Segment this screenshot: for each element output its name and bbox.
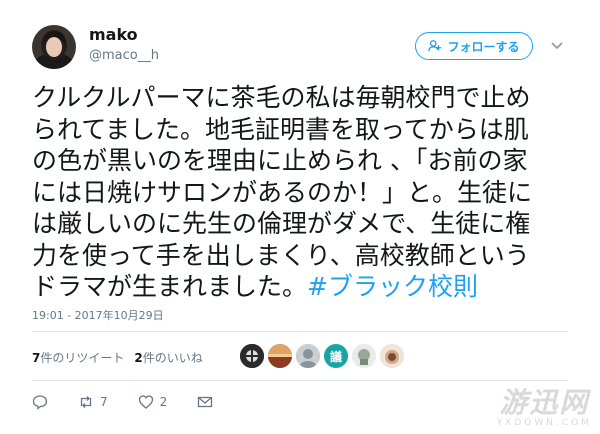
engagement-stats: 7件のリツイート 2件のいいね — [32, 349, 203, 366]
watermark: 游迅网 YXDOWN.COM — [496, 386, 592, 429]
liker-glyph: 議 — [329, 349, 342, 364]
liker-avatar-4[interactable]: 議 — [324, 344, 348, 368]
tweet-line: 力を使って手を出しまくり、高校教師という — [32, 240, 530, 270]
retweet-icon — [80, 396, 92, 408]
tweet-line: られてました。地毛証明書を取ってからは肌 — [32, 114, 529, 144]
follow-button-label: フォローする — [447, 39, 520, 54]
heart-icon — [138, 395, 153, 409]
tweet-text: クルクルパーマに茶毛の私は毎朝校門で止め られてました。地毛証明書を取ってからは… — [32, 82, 592, 303]
mail-icon — [198, 396, 213, 408]
divider — [32, 331, 568, 332]
liker-avatar-2[interactable] — [268, 344, 292, 368]
like-stat[interactable]: 2件のいいね — [134, 349, 202, 366]
tweet-line-last: ドラマが生まれました。#ブラック校則 — [32, 271, 592, 303]
tweet-line: には日焼けサロンがあるのか！」と。生徒に — [32, 177, 533, 207]
tweet-timestamp[interactable]: 19:01 - 2017年10月29日 — [32, 307, 164, 323]
profile-photo — [32, 25, 76, 69]
reply-button[interactable] — [32, 394, 48, 410]
retweet-count: 7 — [100, 395, 108, 409]
liker-image — [380, 344, 404, 368]
liker-image — [268, 344, 292, 368]
add-user-icon — [428, 40, 442, 52]
direct-message-button[interactable] — [197, 394, 213, 410]
tweet-line: ドラマが生まれました。 — [32, 272, 308, 301]
liker-avatar-6[interactable] — [380, 344, 404, 368]
reply-icon — [32, 395, 48, 410]
liker-avatars: 議 — [240, 344, 404, 368]
retweet-button[interactable]: 7 — [78, 394, 108, 410]
liker-image — [352, 344, 376, 368]
liker-avatar-5[interactable] — [352, 344, 376, 368]
liker-image — [240, 344, 264, 368]
watermark-sub: YXDOWN.COM — [496, 418, 592, 428]
tweet-line: の色が黒いのを理由に止められ 、「お前の家 — [32, 146, 528, 175]
tweet-line: は厳しいのに先生の倫理がダメで、生徒に権 — [32, 209, 531, 238]
hashtag-link[interactable]: #ブラック校則 — [307, 272, 478, 301]
retweet-stat[interactable]: 7件のリツイート — [32, 349, 124, 366]
chevron-down-icon[interactable] — [550, 38, 564, 52]
divider — [32, 380, 568, 381]
follow-button[interactable]: フォローする — [415, 32, 533, 60]
tweet-actions: 7 2 — [32, 394, 243, 410]
like-count: 2 — [159, 395, 168, 409]
display-name[interactable]: mako — [89, 25, 138, 44]
liker-avatar-1[interactable] — [240, 344, 264, 368]
avatar[interactable] — [32, 25, 76, 69]
liker-avatar-3[interactable] — [296, 344, 320, 368]
user-handle[interactable]: @maco__h — [89, 48, 159, 63]
watermark-main: 游迅网 — [499, 386, 590, 419]
like-button[interactable]: 2 — [138, 394, 168, 410]
default-user-icon — [296, 344, 320, 368]
tweet-line: クルクルパーマに茶毛の私は毎朝校門で止め — [32, 83, 531, 112]
